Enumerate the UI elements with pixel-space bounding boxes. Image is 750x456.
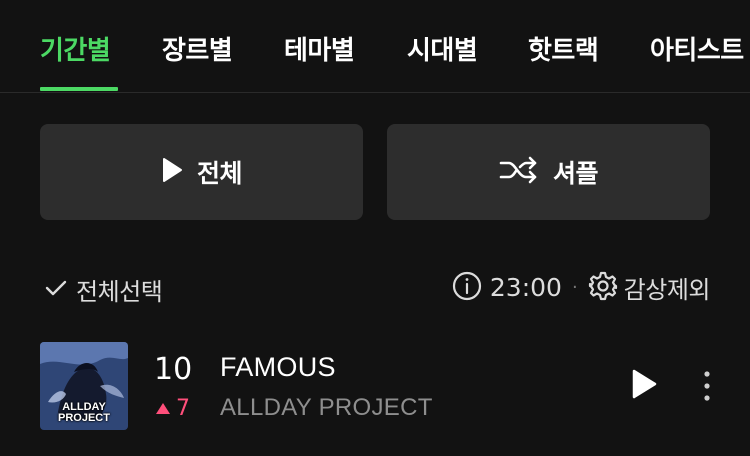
shuffle-button[interactable]: 셔플 [387, 124, 710, 220]
rank-change-value: 7 [176, 396, 190, 421]
shuffle-label: 셔플 [552, 159, 599, 188]
play-icon [161, 157, 183, 187]
select-all-toggle[interactable]: 전체선택 [44, 272, 163, 307]
exclude-label[interactable]: 감상제외 [624, 270, 711, 305]
play-all-button[interactable]: 전체 [40, 124, 363, 220]
track-row[interactable]: ALLDAY PROJECT 10 7 FAMOUS ALLDAY PROJEC… [0, 340, 750, 432]
tab-theme[interactable]: 테마별 [284, 30, 355, 67]
rank-up-icon [156, 403, 170, 414]
tab-period[interactable]: 기간별 [40, 30, 111, 67]
check-icon [44, 278, 68, 302]
track-rank: 10 [154, 352, 193, 387]
rank-change: 7 [156, 396, 190, 421]
play-all-label: 전체 [196, 159, 243, 188]
tab-genre[interactable]: 장르별 [162, 30, 233, 67]
info-icon[interactable] [452, 271, 482, 305]
track-artist[interactable]: ALLDAY PROJECT [220, 394, 433, 422]
total-duration: 23:00 [489, 273, 562, 302]
track-play-button[interactable] [630, 368, 658, 404]
tab-artist[interactable]: 아티스트 [650, 30, 744, 67]
tab-hot-track[interactable]: 핫트랙 [528, 30, 599, 67]
select-all-label: 전체선택 [76, 278, 163, 306]
list-tools: 23:00 · 감상제외 [452, 270, 711, 305]
album-cover-text: ALLDAY PROJECT [58, 401, 110, 424]
tab-era[interactable]: 시대별 [407, 30, 478, 67]
active-tab-indicator [40, 87, 118, 91]
more-options-icon[interactable] [700, 370, 714, 406]
shuffle-icon [499, 156, 539, 188]
gear-icon[interactable] [588, 271, 618, 305]
album-cover[interactable]: ALLDAY PROJECT [40, 342, 128, 430]
track-title[interactable]: FAMOUS [220, 352, 336, 383]
category-tab-bar: 기간별 장르별 테마별 시대별 핫트랙 아티스트 [0, 0, 750, 93]
separator-dot: · [571, 277, 578, 298]
